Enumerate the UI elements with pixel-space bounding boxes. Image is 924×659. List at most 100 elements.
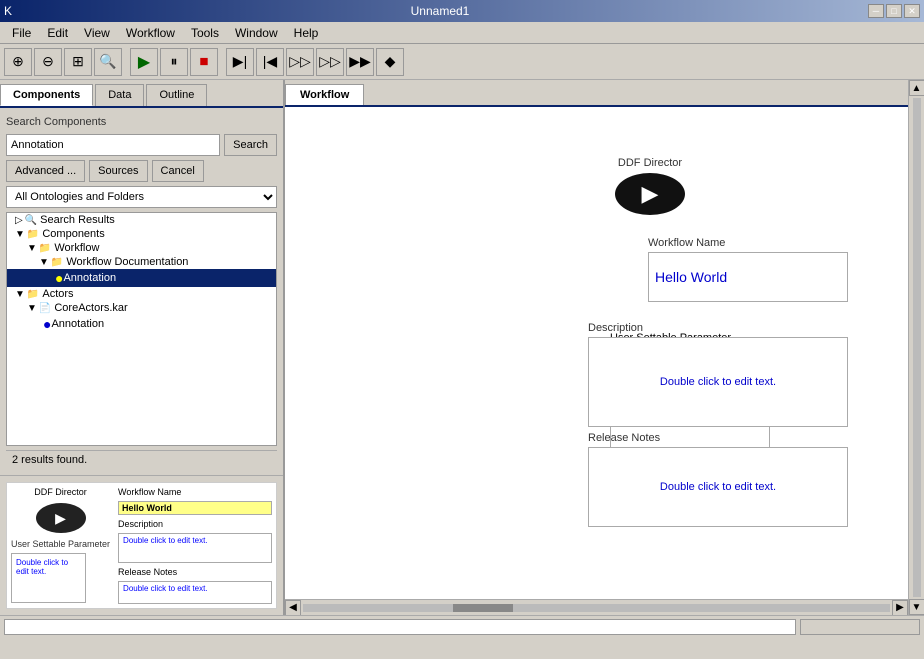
tree-coreactors[interactable]: ▼ 📄 CoreActors.kar xyxy=(7,301,276,315)
close-button[interactable]: ✕ xyxy=(904,4,920,18)
fit-button[interactable]: ⊞ xyxy=(64,48,92,76)
pause-button[interactable]: ⏸ xyxy=(160,48,188,76)
step-forward-button[interactable]: ▶| xyxy=(226,48,254,76)
main-area: Components Data Outline Search Component… xyxy=(0,80,924,615)
workflow-tab[interactable]: Workflow xyxy=(285,84,364,105)
tree-search-results[interactable]: ▷ 🔍 Search Results xyxy=(7,213,276,227)
v-scroll-up[interactable]: ▲ xyxy=(909,80,924,96)
workflow-docs-label: Workflow Documentation xyxy=(66,256,188,268)
preview-panel: DDF Director User Settable Parameter Dou… xyxy=(0,475,283,615)
zoom-out-button[interactable]: ⊖ xyxy=(34,48,62,76)
status-button[interactable] xyxy=(800,619,920,635)
menu-workflow[interactable]: Workflow xyxy=(118,24,183,42)
canvas-release: Release Notes Double click to edit text. xyxy=(588,432,848,527)
preview-wf-name-label: Workflow Name xyxy=(118,487,272,497)
right-wrapper: Workflow DDF Director User Settable Para… xyxy=(285,80,924,615)
canvas-desc-label: Description xyxy=(588,322,848,334)
play-button[interactable]: ▶ xyxy=(130,48,158,76)
canvas-release-edit-text[interactable]: Double click to edit text. xyxy=(660,481,776,493)
preview-release-text: Double click to edit text. xyxy=(123,584,207,593)
preview-director-icon xyxy=(36,503,86,533)
cancel-button[interactable]: Cancel xyxy=(152,160,204,182)
h-scroll-thumb[interactable] xyxy=(453,604,513,612)
h-scroll-left[interactable]: ◀ xyxy=(285,600,301,616)
canvas-desc: Description Double click to edit text. xyxy=(588,322,848,427)
tab-components[interactable]: Components xyxy=(0,84,93,106)
left-content: Search Components Search Advanced ... So… xyxy=(0,108,283,475)
fast-forward-button[interactable]: ▷▷ xyxy=(286,48,314,76)
canvas-ddf-label: DDF Director xyxy=(615,157,685,169)
search-results-label: Search Results xyxy=(40,214,115,226)
preview-left: DDF Director User Settable Parameter Dou… xyxy=(11,487,110,604)
menu-view[interactable]: View xyxy=(76,24,118,42)
annotation-dot-selected: ● xyxy=(55,270,63,286)
search-input[interactable] xyxy=(6,134,220,156)
vertical-scrollbar[interactable]: ▲ ▼ xyxy=(908,80,924,615)
preview-wf-name-input[interactable]: Hello World xyxy=(118,501,272,515)
canvas-release-box[interactable]: Double click to edit text. xyxy=(588,447,848,527)
workflow-tab-bar: Workflow xyxy=(285,80,908,107)
preview-param-text[interactable]: Double click to edit text. xyxy=(12,554,85,580)
tree-actors[interactable]: ▼ 📁 Actors xyxy=(7,287,276,301)
menu-window[interactable]: Window xyxy=(227,24,286,42)
preview-param-box: Double click to edit text. xyxy=(11,553,86,603)
tree-annotation-selected[interactable]: ● Annotation xyxy=(7,269,276,287)
tree-arrow-actors: ▼ xyxy=(15,289,25,300)
tree-workflow-docs[interactable]: ▼ 📁 Workflow Documentation xyxy=(7,255,276,269)
sources-button[interactable]: Sources xyxy=(89,160,147,182)
canvas-desc-edit-text[interactable]: Double click to edit text. xyxy=(660,376,776,388)
tab-outline[interactable]: Outline xyxy=(146,84,207,106)
tree-arrow-components: ▼ xyxy=(15,229,25,240)
canvas-wf-name-box[interactable]: Hello World xyxy=(648,252,848,302)
stop-button[interactable]: ⏹ xyxy=(190,48,218,76)
annotation-dot-2: ● xyxy=(43,316,51,332)
ontology-dropdown[interactable]: All Ontologies and Folders Components On… xyxy=(6,186,277,208)
button-row: Advanced ... Sources Cancel xyxy=(6,160,277,182)
annotation-label-2: Annotation xyxy=(51,318,104,330)
search-button[interactable]: Search xyxy=(224,134,277,156)
advanced-button[interactable]: Advanced ... xyxy=(6,160,85,182)
tree-arrow-search: ▷ xyxy=(15,215,23,226)
tree-annotation-2[interactable]: ● Annotation xyxy=(7,315,276,333)
right-panel: Workflow DDF Director User Settable Para… xyxy=(285,80,908,615)
horizontal-scrollbar[interactable]: ◀ ▶ xyxy=(285,599,908,615)
menu-help[interactable]: Help xyxy=(286,24,327,42)
menu-edit[interactable]: Edit xyxy=(39,24,76,42)
tab-data[interactable]: Data xyxy=(95,84,144,106)
ff3-button[interactable]: ▶▶ xyxy=(346,48,374,76)
tree-components[interactable]: ▼ 📁 Components xyxy=(7,227,276,241)
result-count: 2 results found. xyxy=(6,450,277,469)
canvas-release-label: Release Notes xyxy=(588,432,848,444)
status-field xyxy=(4,619,796,635)
tree-arrow-wf-docs: ▼ xyxy=(39,257,49,268)
menu-tools[interactable]: Tools xyxy=(183,24,227,42)
components-label: Components xyxy=(42,228,104,240)
search-components-label: Search Components xyxy=(6,114,277,130)
menu-file[interactable]: File xyxy=(4,24,39,42)
preview-desc-text: Double click to edit text. xyxy=(123,536,207,545)
tree-workflow[interactable]: ▼ 📁 Workflow xyxy=(7,241,276,255)
left-panel: Components Data Outline Search Component… xyxy=(0,80,285,615)
restore-button[interactable]: □ xyxy=(886,4,902,18)
v-scroll-track[interactable] xyxy=(913,98,921,597)
zoom-in-button[interactable]: ⊕ xyxy=(4,48,32,76)
tree-arrow-workflow: ▼ xyxy=(27,243,37,254)
minimize-button[interactable]: ─ xyxy=(868,4,884,18)
preview-release-box[interactable]: Double click to edit text. xyxy=(118,581,272,604)
components-folder-icon: 📁 xyxy=(27,229,39,240)
end-button[interactable]: ◆ xyxy=(376,48,404,76)
canvas-wf-name: Workflow Name Hello World xyxy=(648,237,848,302)
canvas-desc-box[interactable]: Double click to edit text. xyxy=(588,337,848,427)
h-scroll-track[interactable] xyxy=(303,604,890,612)
app-icon: K xyxy=(0,4,12,18)
h-scroll-right[interactable]: ▶ xyxy=(892,600,908,616)
zoom-reset-button[interactable]: 🔍 xyxy=(94,48,122,76)
workflow-canvas[interactable]: DDF Director User Settable Parameter Dou… xyxy=(285,107,908,599)
preview-right: Workflow Name Hello World Description Do… xyxy=(118,487,272,604)
title-bar: K Unnamed1 ─ □ ✕ xyxy=(0,0,924,22)
step-back-button[interactable]: |◀ xyxy=(256,48,284,76)
ff2-button[interactable]: ▷▷ xyxy=(316,48,344,76)
preview-desc-box[interactable]: Double click to edit text. xyxy=(118,533,272,563)
canvas-director-icon xyxy=(615,173,685,215)
v-scroll-down[interactable]: ▼ xyxy=(909,599,924,615)
